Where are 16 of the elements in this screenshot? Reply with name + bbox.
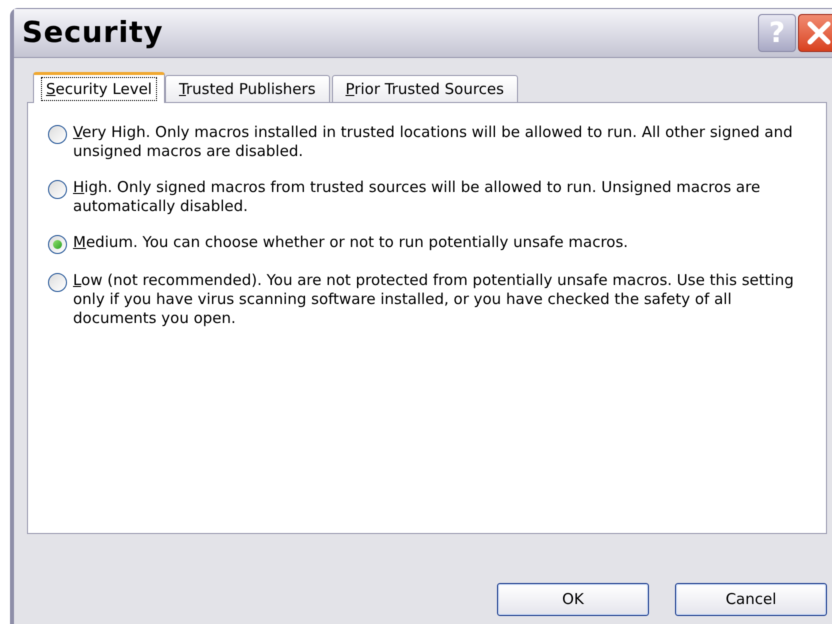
tab[interactable]: Trusted Publishers bbox=[164, 75, 330, 102]
radio-button[interactable] bbox=[48, 235, 67, 254]
radio-button[interactable] bbox=[48, 125, 67, 144]
close-button[interactable] bbox=[798, 14, 832, 52]
tab[interactable]: Prior Trusted Sources bbox=[332, 75, 518, 102]
radio-button[interactable] bbox=[48, 273, 67, 292]
dialog-button[interactable]: OK bbox=[497, 583, 649, 616]
tab[interactable]: Security Level bbox=[33, 72, 165, 103]
window-title: Security bbox=[22, 14, 164, 52]
radio-button[interactable] bbox=[48, 180, 67, 199]
radio-label: Low (not recommended). You are not protected from potentially unsafe macros. Use this setting only if you have virus scanning software installed, or you have checked the safety of all documents you open. bbox=[73, 271, 795, 328]
radio-label: Very High. Only macros installed in trusted locations will be allowed to run. All other signed and unsigned macros are disabled. bbox=[73, 123, 794, 161]
close-icon bbox=[806, 20, 832, 46]
radio-label: High. Only signed macros from trusted sources will be allowed to run. Unsigned macros are automatically disabled. bbox=[73, 178, 762, 216]
dialog-button[interactable]: Cancel bbox=[675, 583, 827, 616]
radio-label: Medium. You can choose whether or not to run potentially unsafe macros. bbox=[73, 233, 628, 252]
